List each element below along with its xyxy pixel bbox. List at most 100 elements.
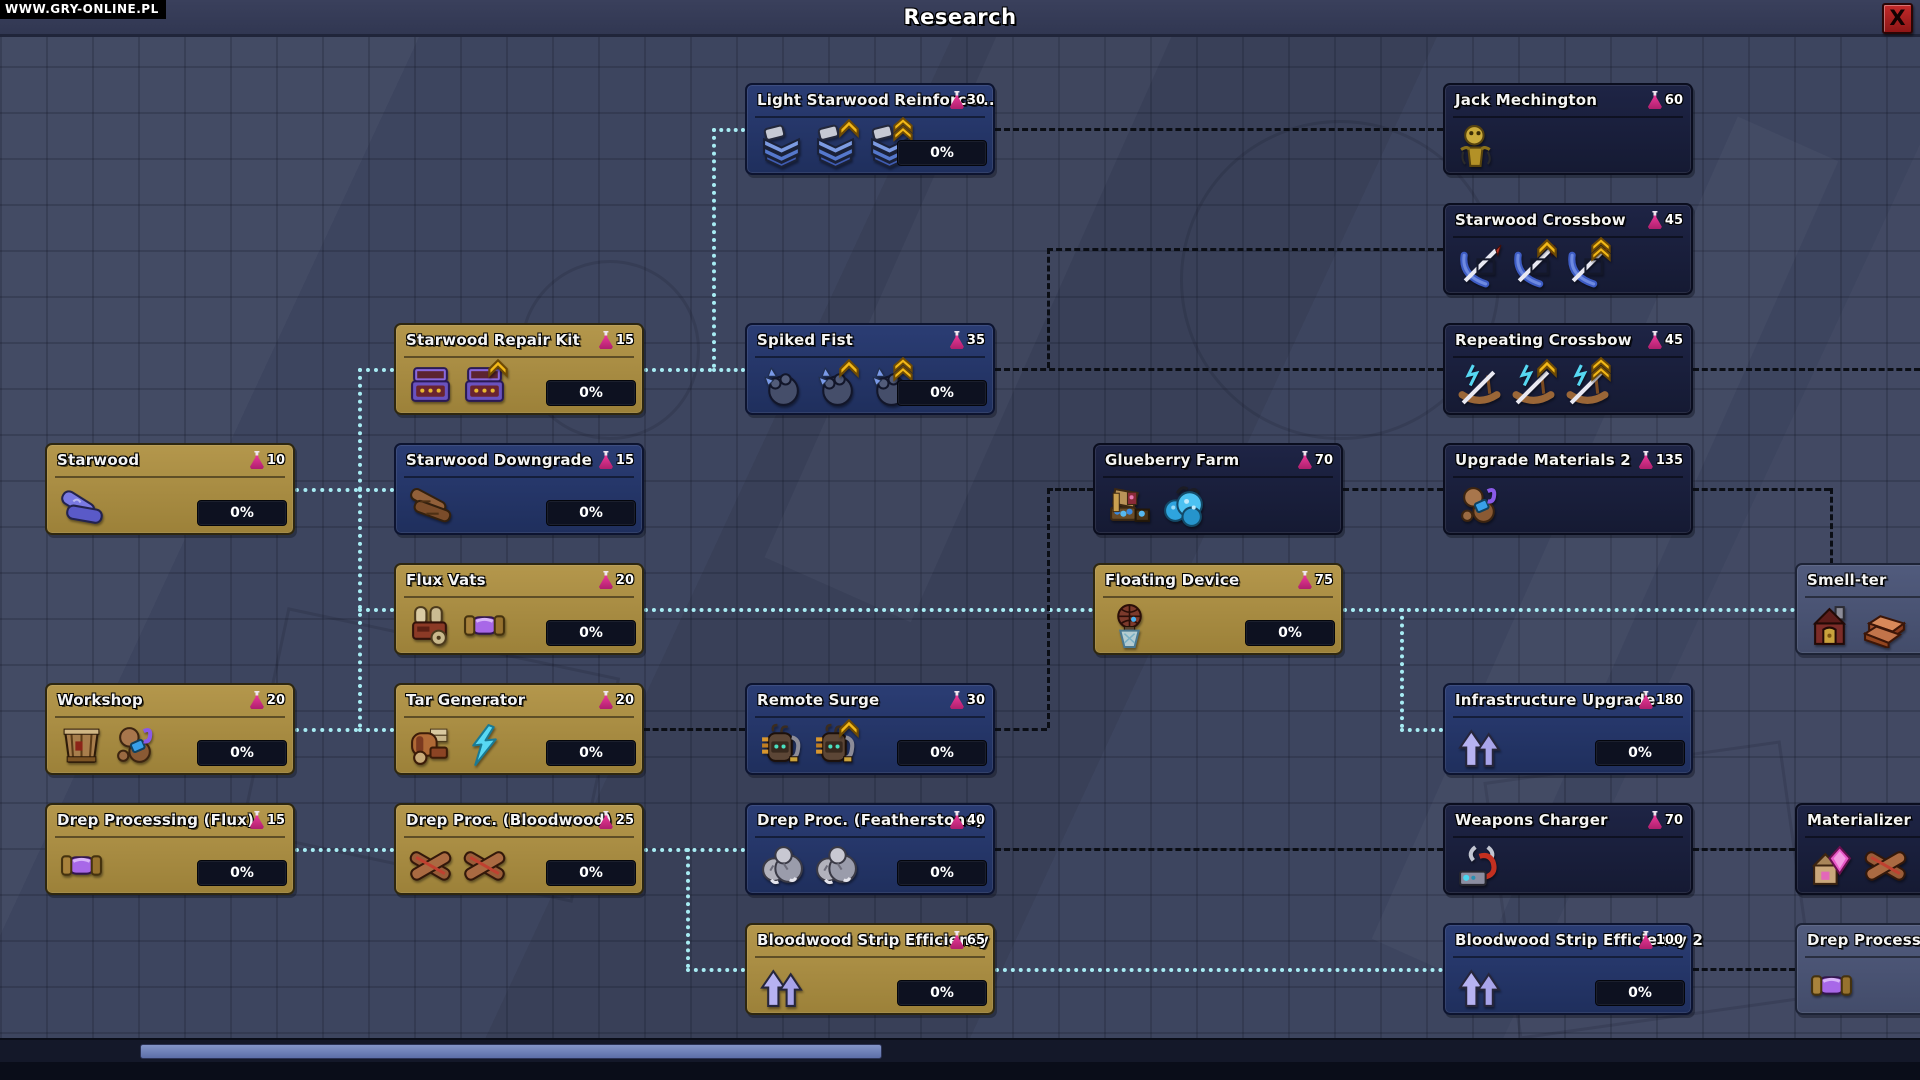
research-node-floating-device[interactable]: Floating Device750% (1093, 563, 1343, 655)
capsule-icon (1809, 963, 1854, 1008)
progress-badge: 0% (1595, 980, 1685, 1006)
capsule-icon (59, 843, 104, 888)
node-separator (1805, 596, 1920, 598)
horizontal-scrollbar-track[interactable] (0, 1038, 1920, 1062)
research-node-starwood-downgrade[interactable]: Starwood Downgrade150% (394, 443, 644, 535)
node-title: Repeating Crossbow (1455, 331, 1632, 349)
research-flask-icon (950, 931, 964, 949)
node-separator (1805, 836, 1920, 838)
node-title: Infrastructure Upgrade (1455, 691, 1656, 709)
upgrade-chevron-icon (487, 357, 509, 383)
research-flask-icon (1298, 451, 1312, 469)
node-separator (55, 476, 285, 478)
connection-line-locked (1693, 488, 1830, 491)
research-cost: 30 (950, 691, 985, 709)
research-cost-value: 10 (267, 453, 285, 468)
upgrade-chevron-icon (1536, 357, 1558, 383)
research-node-spiked-fist[interactable]: Spiked Fist350% (745, 323, 995, 415)
node-icons (1809, 843, 1908, 888)
node-icons (408, 363, 507, 408)
node-separator (55, 716, 285, 718)
research-node-upgrade-materials-2[interactable]: Upgrade Materials 2135 (1443, 443, 1693, 535)
upgrade-chevron-icon (1590, 357, 1612, 383)
node-separator (1453, 956, 1683, 958)
connection-line-locked (1693, 368, 1920, 371)
research-cost: 45 (1648, 331, 1683, 349)
research-node-drep-processing-flux[interactable]: Drep Processing (Flux)150% (45, 803, 295, 895)
node-icons (408, 483, 453, 528)
research-cost-value: 20 (267, 693, 285, 708)
connection-line-locked (995, 368, 1443, 371)
close-button[interactable]: X (1882, 3, 1913, 34)
research-node-flux-vats[interactable]: Flux Vats200% (394, 563, 644, 655)
research-cost-value: 135 (1656, 453, 1683, 468)
research-flask-icon (950, 691, 964, 709)
node-title: Materializer (1807, 811, 1911, 829)
research-node-materializer[interactable]: Materializer (1795, 803, 1920, 895)
connection-line-active (712, 128, 716, 368)
node-separator (1453, 716, 1683, 718)
research-node-drep-proc-bloodwood[interactable]: Drep Proc. (Bloodwood)250% (394, 803, 644, 895)
research-node-repeating-crossbow[interactable]: Repeating Crossbow 45 (1443, 323, 1693, 415)
research-cost: 70 (1648, 811, 1683, 829)
node-icons (408, 723, 507, 768)
upgrade-chevron-icon (838, 717, 860, 743)
kit-icon (408, 363, 453, 408)
progress-badge: 0% (897, 140, 987, 166)
node-title: Starwood Crossbow (1455, 211, 1626, 229)
research-cost: 65 (950, 931, 985, 949)
research-node-tar-generator[interactable]: Tar Generator200% (394, 683, 644, 775)
crossbow-icon (1565, 243, 1610, 288)
smelter-icon (1809, 603, 1854, 648)
research-node-remote-surge[interactable]: Remote Surge300% (745, 683, 995, 775)
node-title: Tar Generator (406, 691, 525, 709)
node-separator (1453, 836, 1683, 838)
node-separator (1103, 476, 1333, 478)
horizontal-scrollbar-thumb[interactable] (140, 1044, 882, 1059)
research-node-starwood-repair-kit[interactable]: Starwood Repair Kit150% (394, 323, 644, 415)
research-node-light-starwood-reinforce[interactable]: Light Starwood Reinforce...300% (745, 83, 995, 175)
research-node-bloodwood-strip-efficiency-2[interactable]: Bloodwood Strip Efficiency 21000% (1443, 923, 1693, 1015)
node-icons (1809, 963, 1854, 1008)
research-cost-value: 30 (967, 693, 985, 708)
research-node-starwood-crossbow[interactable]: Starwood Crossbow45 (1443, 203, 1693, 295)
fist-icon (759, 363, 804, 408)
node-icons (1457, 843, 1502, 888)
page-title: Research (0, 5, 1920, 29)
research-node-infrastructure-upgrade[interactable]: Infrastructure Upgrade1800% (1443, 683, 1693, 775)
node-icons (1107, 483, 1206, 528)
title-bar: Research (0, 0, 1920, 37)
research-node-glueberry-farm[interactable]: Glueberry Farm70 (1093, 443, 1343, 535)
lightning-icon (462, 723, 507, 768)
connection-line-active (1343, 608, 1795, 612)
research-node-starwood[interactable]: Starwood100% (45, 443, 295, 535)
node-title: Flux Vats (406, 571, 486, 589)
research-node-drep-proc-featherstone[interactable]: Drep Proc. (Featherstone)400% (745, 803, 995, 895)
research-node-jack-mechington[interactable]: Jack Mechington60 (1443, 83, 1693, 175)
node-icons (1457, 963, 1502, 1008)
upgrade-chevron-icon (1590, 237, 1612, 263)
research-cost: 70 (1298, 451, 1333, 469)
node-title: Floating Device (1105, 571, 1239, 589)
research-cost: 20 (599, 571, 634, 589)
research-flask-icon (1648, 91, 1662, 109)
research-node-workshop[interactable]: Workshop200% (45, 683, 295, 775)
research-node-smell-ter[interactable]: Smell-ter (1795, 563, 1920, 655)
connection-line-active (686, 848, 690, 968)
node-title: Drep Proc. (Bloodwood) (406, 811, 612, 829)
node-separator (404, 356, 634, 358)
progress-badge: 0% (1595, 740, 1685, 766)
charger-icon (1457, 843, 1502, 888)
research-node-drep-processing-cut[interactable]: Drep Processing (B (1795, 923, 1920, 1015)
research-node-bloodwood-strip-efficiency[interactable]: Bloodwood Strip Efficiency650% (745, 923, 995, 1015)
node-separator (755, 836, 985, 838)
armor-icon (759, 123, 804, 168)
node-separator (404, 476, 634, 478)
capsule-icon (462, 603, 507, 648)
xlogs-icon (408, 843, 453, 888)
progress-badge: 0% (897, 740, 987, 766)
rcrossbow-icon (1457, 363, 1502, 408)
research-node-weapons-charger[interactable]: Weapons Charger70 (1443, 803, 1693, 895)
puppet-icon (1457, 123, 1502, 168)
connection-line-active (686, 968, 745, 972)
